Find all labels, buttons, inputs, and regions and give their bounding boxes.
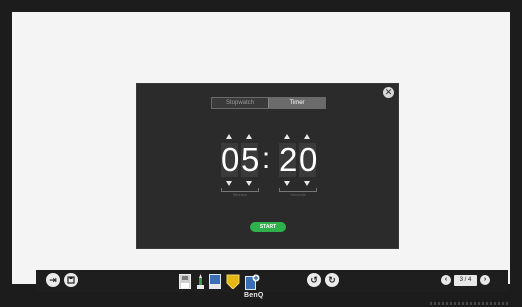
save-icon[interactable] <box>64 273 78 287</box>
exit-icon[interactable]: ⇥ <box>46 273 60 287</box>
speaker-grille <box>430 302 510 305</box>
highlighter-icon[interactable] <box>226 274 240 289</box>
tab-stopwatch[interactable]: Stopwatch <box>212 98 268 108</box>
undo-icon[interactable]: ↺ <box>307 273 321 287</box>
previous-page-icon[interactable]: ‹ <box>441 275 451 285</box>
second-ones-digit: 0 <box>299 141 318 178</box>
page-indicator: 3 / 4 <box>454 275 477 286</box>
minutes-label: Minutes <box>232 192 247 197</box>
second-ones-up-arrow-icon[interactable] <box>304 134 310 139</box>
minute-ones-digit: 5 <box>241 141 260 178</box>
start-button[interactable]: START <box>250 222 286 232</box>
second-tens-up-arrow-icon[interactable] <box>284 134 290 139</box>
timer-dialog: ✕ Stopwatch Timer 0 5 : 2 0 Minutes Seco… <box>136 83 399 249</box>
tab-timer[interactable]: Timer <box>268 98 325 108</box>
mode-tabs: Stopwatch Timer <box>211 97 326 109</box>
minute-tens-down-arrow-icon[interactable] <box>226 181 232 186</box>
brand-logo: BenQ <box>244 292 264 299</box>
redo-icon[interactable]: ↻ <box>325 273 339 287</box>
seconds-label: Seconds <box>290 192 306 197</box>
second-ones-down-arrow-icon[interactable] <box>304 181 310 186</box>
pen-icon[interactable] <box>196 274 205 289</box>
second-tens-digit: 2 <box>279 141 298 178</box>
second-tens-down-arrow-icon[interactable] <box>284 181 290 186</box>
undo-glyph: ↺ <box>310 275 318 285</box>
minute-ones-down-arrow-icon[interactable] <box>246 181 252 186</box>
next-page-icon[interactable]: › <box>480 275 490 285</box>
redo-glyph: ↻ <box>328 275 336 285</box>
exit-glyph: ⇥ <box>49 275 57 285</box>
minute-tens-up-arrow-icon[interactable] <box>226 134 232 139</box>
save-glyph <box>67 276 75 284</box>
minute-tens-digit: 0 <box>221 141 240 178</box>
minute-ones-up-arrow-icon[interactable] <box>246 134 252 139</box>
close-icon[interactable]: ✕ <box>383 87 394 98</box>
bottom-toolbar: ⇥ ↺ ↻ ‹ 3 / 4 › <box>36 270 508 292</box>
eraser-icon[interactable] <box>209 274 221 289</box>
new-page-icon[interactable] <box>245 274 260 290</box>
save-file-icon[interactable] <box>179 274 191 289</box>
time-separator: : <box>261 142 271 175</box>
whiteboard-canvas[interactable]: ✕ Stopwatch Timer 0 5 : 2 0 Minutes Seco… <box>12 12 510 284</box>
